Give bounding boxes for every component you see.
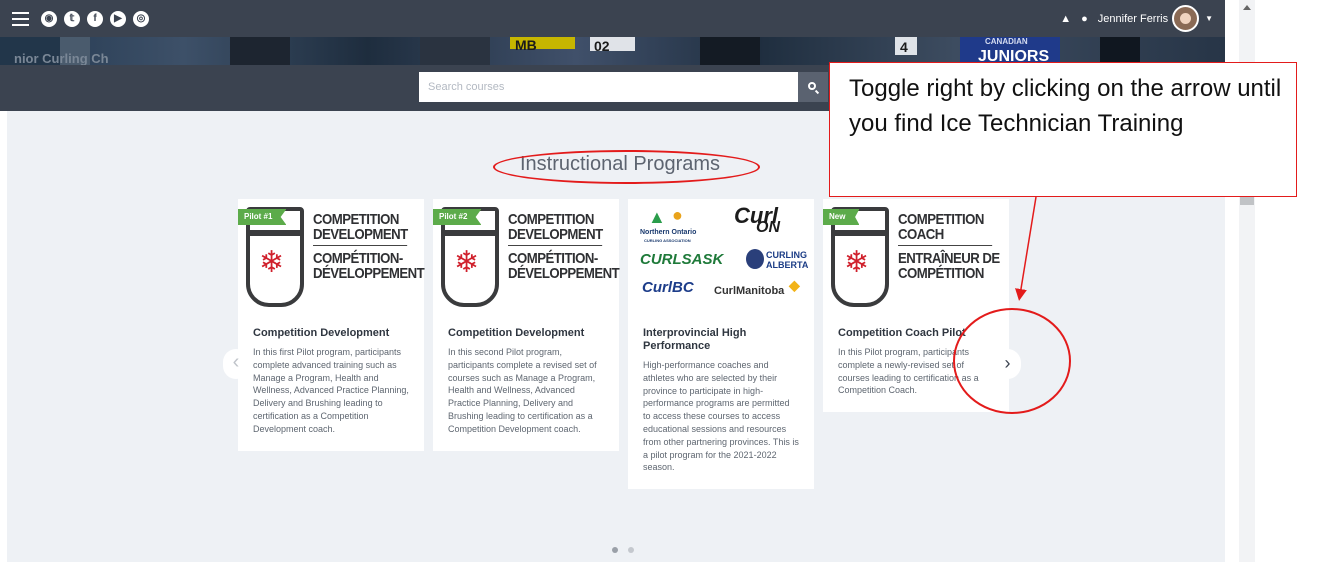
page: { "header": { "user_name": "Jennifer Fer… [0, 0, 1330, 562]
annotation-arrow [1015, 196, 1037, 301]
